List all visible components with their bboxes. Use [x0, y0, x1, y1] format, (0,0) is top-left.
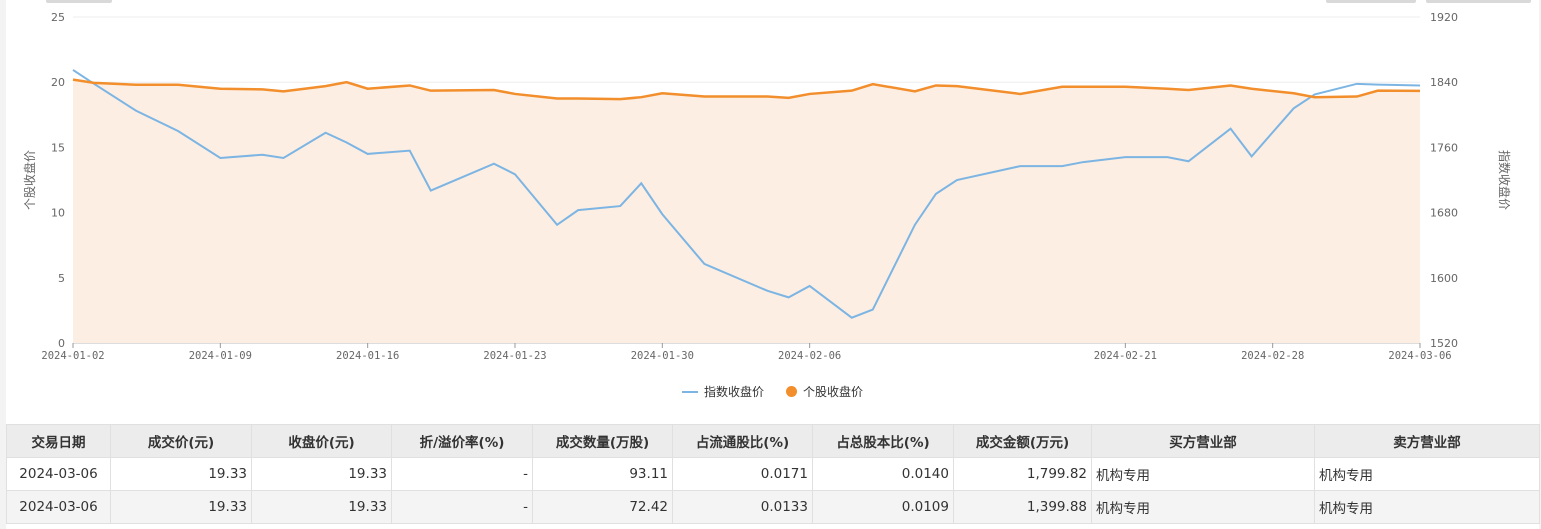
x-tick-label: 2024-03-06 — [1388, 350, 1451, 362]
table-cell: 0.0133 — [672, 490, 813, 524]
y-axis-title-left: 个股收盘价 — [22, 150, 37, 210]
table-header-row: 交易日期 成交价(元) 收盘价(元) 折/溢价率(%) 成交数量(万股) 占流通股比(%)… — [6, 424, 1540, 458]
y-tick-right: 1760 — [1430, 141, 1458, 154]
table-cell: 机构专用 — [1314, 490, 1540, 524]
y-tick-left: 25 — [51, 11, 65, 24]
y-tick-left: 10 — [51, 207, 65, 220]
y-tick-left: 5 — [58, 272, 65, 285]
legend-item-index[interactable]: 指数收盘价 — [681, 383, 764, 400]
table-cell: 机构专用 — [1314, 457, 1540, 491]
chart-panel: 0 5 10 15 20 25 1520 1600 1680 1760 1840 1920 2024-0… — [6, 0, 1540, 529]
x-tick-label: 2024-02-21 — [1094, 350, 1157, 362]
column-header[interactable]: 成交数量(万股) — [532, 424, 673, 458]
dual-axis-line-chart: 05101520251520160016801760184019202024-0… — [22, 11, 1512, 362]
column-header[interactable]: 占流通股比(%) — [672, 424, 813, 458]
x-tick-label: 2024-02-28 — [1241, 350, 1304, 362]
y-tick-right: 1920 — [1430, 11, 1458, 24]
table-cell: 19.33 — [110, 490, 252, 524]
column-header[interactable]: 折/溢价率(%) — [391, 424, 533, 458]
table-cell: 93.11 — [532, 457, 673, 491]
column-header[interactable]: 交易日期 — [6, 424, 111, 458]
table-cell: 0.0109 — [812, 490, 954, 524]
y-tick-left: 15 — [51, 141, 65, 154]
table-cell: 2024-03-06 — [6, 490, 111, 524]
table-cell: 19.33 — [251, 457, 392, 491]
y-tick-right: 1520 — [1430, 337, 1458, 350]
x-tick-label: 2024-01-30 — [631, 350, 694, 362]
x-tick-label: 2024-02-06 — [778, 350, 841, 362]
stock-area — [73, 79, 1420, 343]
column-header[interactable]: 买方营业部 — [1091, 424, 1315, 458]
table-cell: 19.33 — [251, 490, 392, 524]
legend-item-stock[interactable]: 个股收盘价 — [786, 383, 863, 400]
table-cell: 72.42 — [532, 490, 673, 524]
column-header[interactable]: 收盘价(元) — [251, 424, 392, 458]
x-tick-label: 2024-01-09 — [189, 350, 252, 362]
x-tick-label: 2024-01-16 — [336, 350, 399, 362]
table-cell: 1,399.88 — [953, 490, 1092, 524]
table-cell: - — [391, 490, 533, 524]
table-cell: - — [391, 457, 533, 491]
column-header[interactable]: 占总股本比(%) — [812, 424, 954, 458]
table-cell: 19.33 — [110, 457, 252, 491]
column-header[interactable]: 卖方营业部 — [1314, 424, 1540, 458]
y-tick-right: 1840 — [1430, 76, 1458, 89]
legend-label-stock: 个股收盘价 — [803, 385, 864, 399]
y-tick-right: 1600 — [1430, 272, 1458, 285]
legend-label-index: 指数收盘价 — [703, 385, 764, 399]
legend-line-icon — [681, 390, 698, 393]
block-trade-table: 交易日期 成交价(元) 收盘价(元) 折/溢价率(%) 成交数量(万股) 占流通股比(%)… — [6, 424, 1540, 524]
table-cell: 2024-03-06 — [6, 457, 111, 491]
x-tick-label: 2024-01-02 — [41, 350, 104, 362]
legend-dot-icon — [786, 386, 797, 397]
column-header[interactable]: 成交价(元) — [110, 424, 252, 458]
table-cell: 机构专用 — [1091, 490, 1315, 524]
column-header[interactable]: 成交金额(万元) — [953, 424, 1092, 458]
y-tick-left: 20 — [51, 76, 65, 89]
table-cell: 0.0140 — [812, 457, 954, 491]
chart-legend: 指数收盘价 个股收盘价 — [6, 383, 1539, 400]
x-tick-label: 2024-01-23 — [483, 350, 546, 362]
table-row: 2024-03-06 19.33 19.33-93.11 0.0171 0.0140 1,… — [6, 457, 1540, 491]
table-cell: 1,799.82 — [953, 457, 1092, 491]
table-cell: 0.0171 — [672, 457, 813, 491]
y-tick-left: 0 — [58, 337, 65, 350]
y-tick-right: 1680 — [1430, 207, 1458, 220]
table-cell: 机构专用 — [1091, 457, 1315, 491]
table-row: 2024-03-06 19.33 19.33-72.42 0.0133 0.0109 1,… — [6, 490, 1540, 524]
y-axis-title-right: 指数收盘价 — [1497, 150, 1512, 210]
